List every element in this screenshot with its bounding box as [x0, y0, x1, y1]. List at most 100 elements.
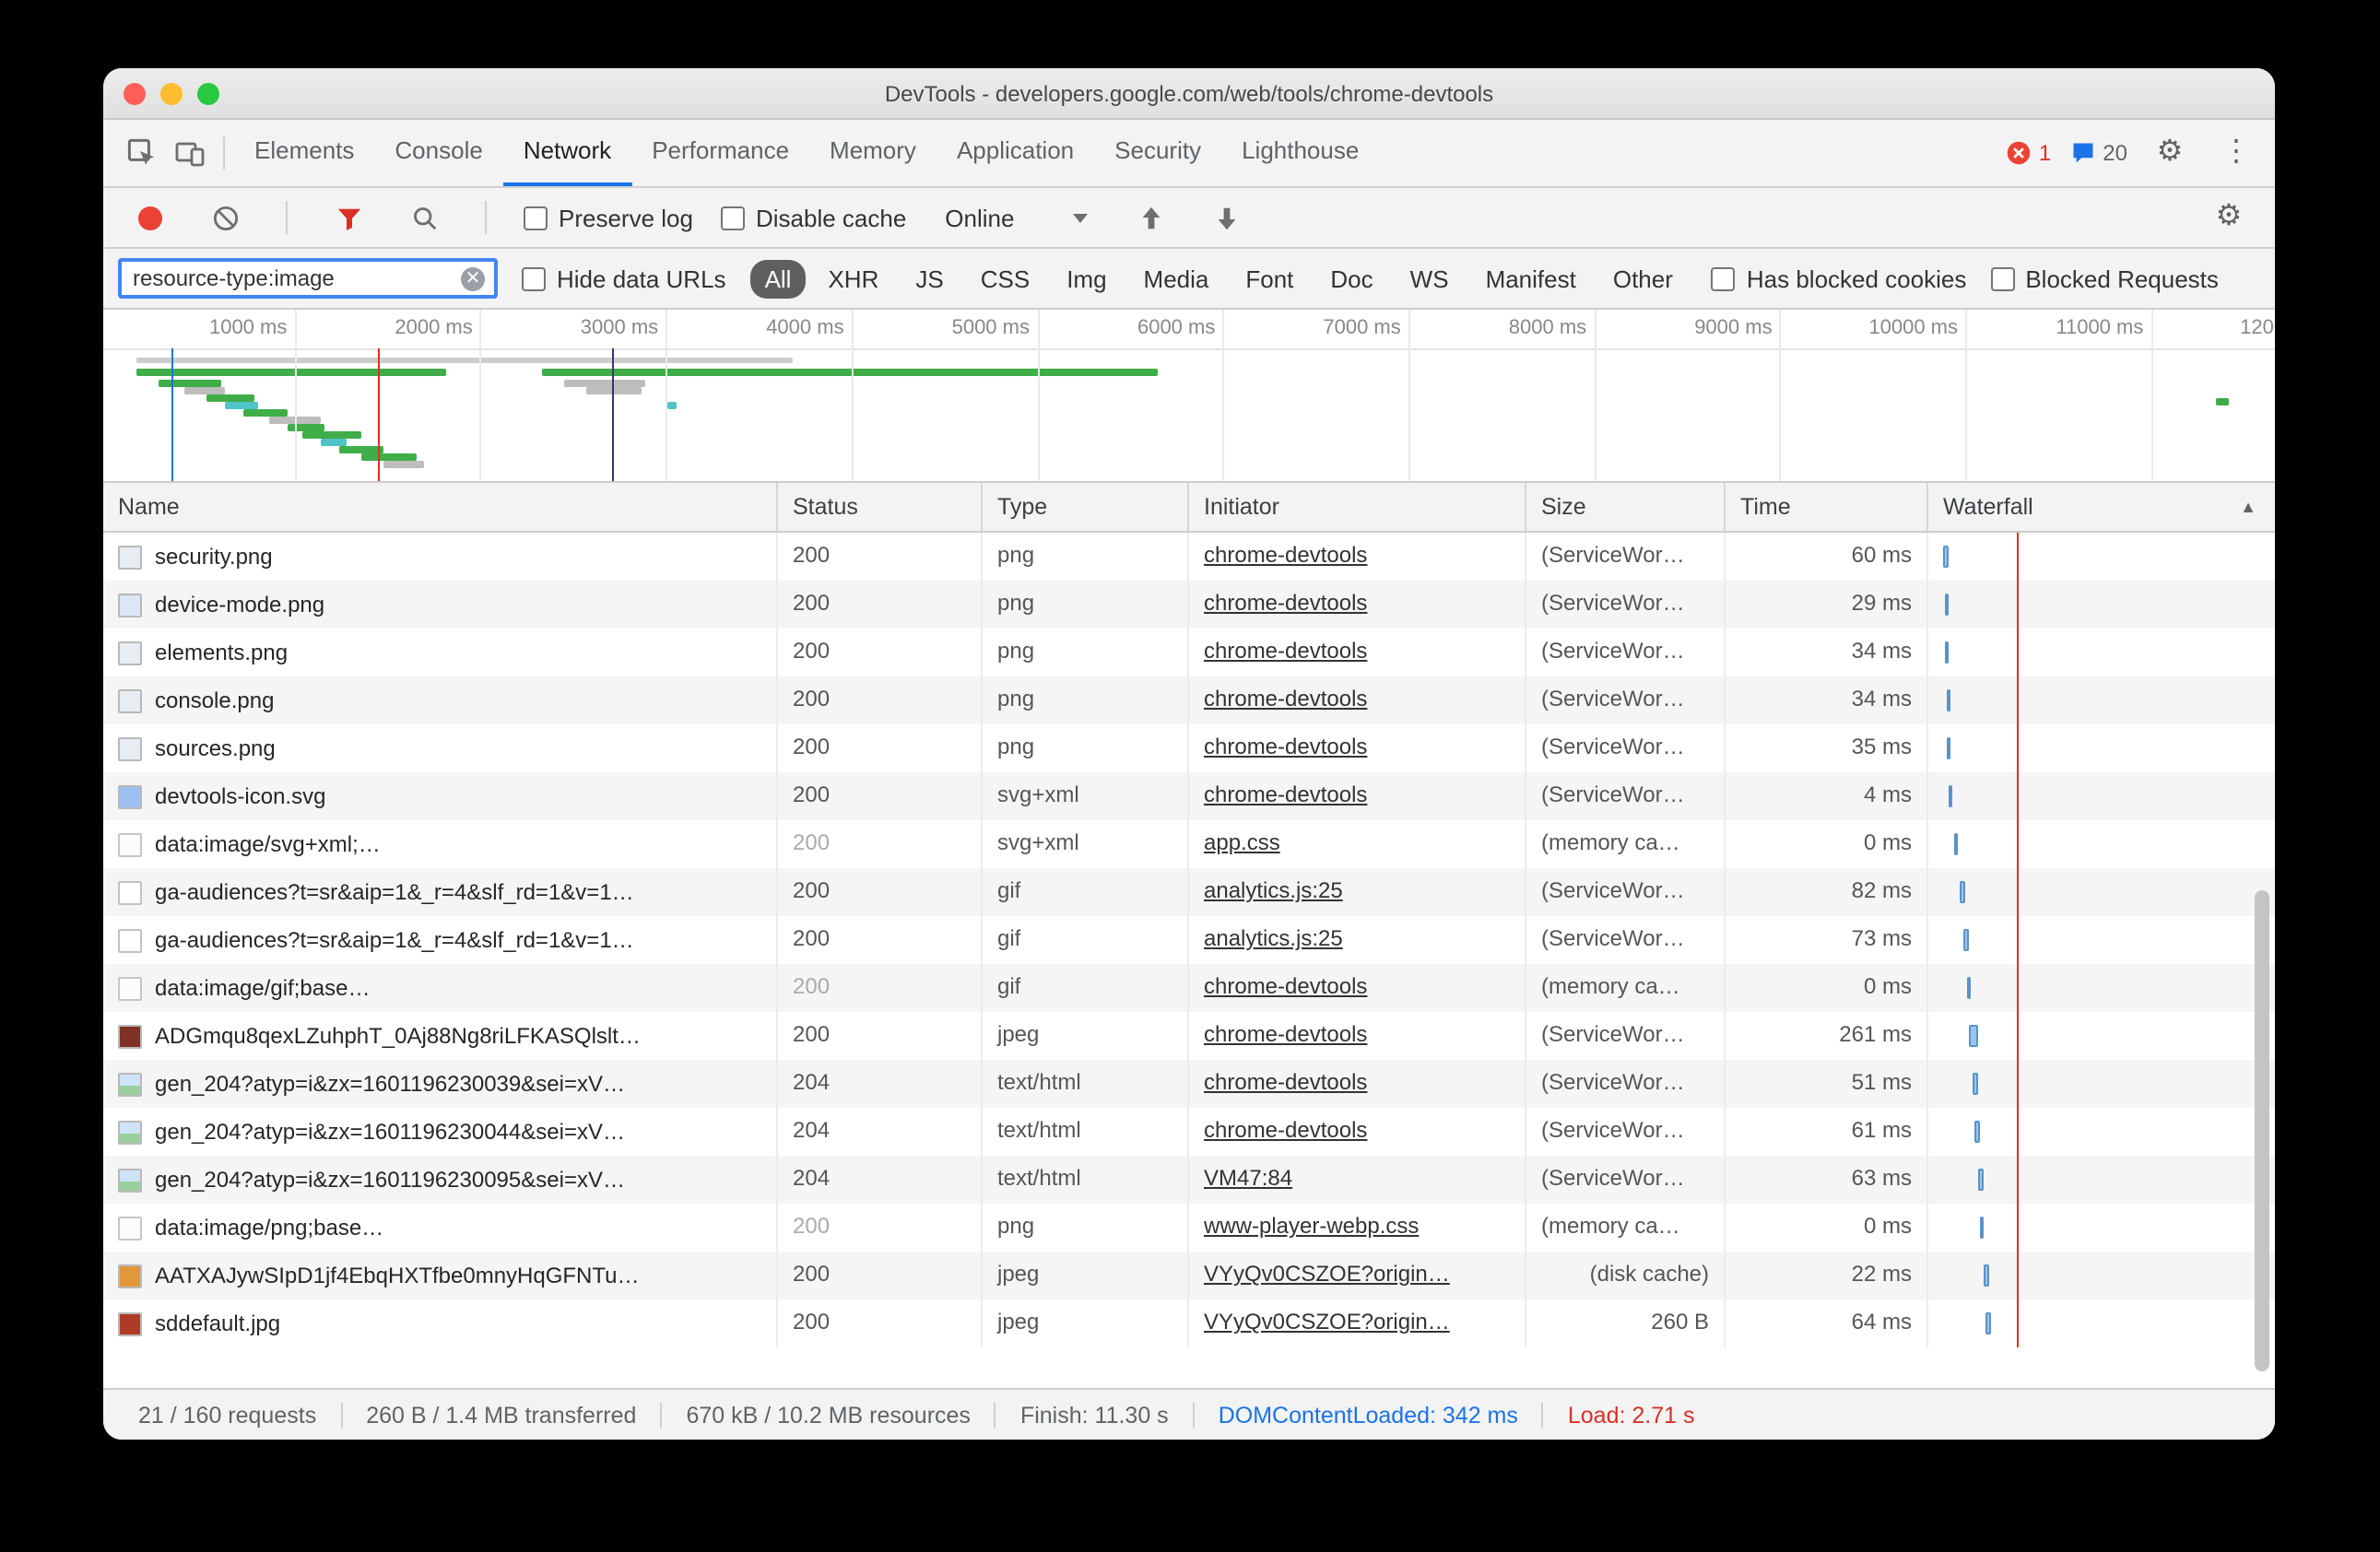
- network-filter-input[interactable]: [133, 265, 461, 291]
- request-name-cell[interactable]: sources.png: [103, 724, 778, 772]
- request-name-cell[interactable]: data:image/png;base…: [103, 1204, 778, 1252]
- table-row[interactable]: gen_204?atyp=i&zx=1601196230039&sei=xV…2…: [103, 1060, 2275, 1108]
- tab-memory[interactable]: Memory: [809, 120, 937, 186]
- table-row[interactable]: ga-audiences?t=sr&aip=1&_r=4&slf_rd=1&v=…: [103, 868, 2275, 916]
- request-name-cell[interactable]: gen_204?atyp=i&zx=1601196230095&sei=xV…: [103, 1156, 778, 1204]
- initiator-link[interactable]: chrome-devtools: [1204, 590, 1367, 616]
- filter-toggle-button[interactable]: [324, 194, 372, 241]
- scrollbar-thumb[interactable]: [2255, 891, 2269, 1371]
- request-name-cell[interactable]: console.png: [103, 676, 778, 724]
- request-name-cell[interactable]: device-mode.png: [103, 581, 778, 629]
- search-network-button[interactable]: [400, 194, 448, 241]
- filter-pill-css[interactable]: CSS: [966, 259, 1044, 298]
- request-name-cell[interactable]: ga-audiences?t=sr&aip=1&_r=4&slf_rd=1&v=…: [103, 868, 778, 916]
- initiator-link[interactable]: app.css: [1204, 829, 1280, 855]
- tab-security[interactable]: Security: [1094, 120, 1221, 186]
- column-header-type[interactable]: Type: [983, 483, 1189, 531]
- record-network-log-button[interactable]: [125, 194, 173, 241]
- tab-network[interactable]: Network: [503, 120, 631, 186]
- tab-console[interactable]: Console: [374, 120, 502, 186]
- table-row[interactable]: gen_204?atyp=i&zx=1601196230095&sei=xV…2…: [103, 1156, 2275, 1204]
- request-name-cell[interactable]: elements.png: [103, 629, 778, 676]
- devtools-menu-button[interactable]: ⋮: [2212, 129, 2260, 177]
- throttling-select[interactable]: Online: [934, 204, 1099, 231]
- request-name-cell[interactable]: ADGmqu8qexLZuhphT_0Aj88Ng8riLFKASQlslt…: [103, 1012, 778, 1060]
- preserve-log-checkbox[interactable]: Preserve log: [524, 204, 693, 231]
- timeline-overview[interactable]: 1000 ms2000 ms3000 ms4000 ms5000 ms6000 …: [103, 310, 2275, 483]
- initiator-link[interactable]: chrome-devtools: [1204, 638, 1367, 664]
- initiator-link[interactable]: chrome-devtools: [1204, 973, 1367, 999]
- table-row[interactable]: console.png200pngchrome-devtools(Service…: [103, 676, 2275, 724]
- checkbox-box[interactable]: [522, 266, 546, 290]
- checkbox-box[interactable]: [524, 206, 548, 229]
- table-row[interactable]: data:image/gif;base…200gifchrome-devtool…: [103, 964, 2275, 1012]
- filter-pill-js[interactable]: JS: [901, 259, 958, 298]
- checkbox-box[interactable]: [721, 206, 745, 229]
- table-row[interactable]: data:image/png;base…200pngwww-player-web…: [103, 1204, 2275, 1252]
- request-name-cell[interactable]: gen_204?atyp=i&zx=1601196230039&sei=xV…: [103, 1060, 778, 1108]
- has-blocked-cookies-checkbox[interactable]: Has blocked cookies: [1712, 265, 1966, 292]
- initiator-link[interactable]: analytics.js:25: [1204, 877, 1343, 903]
- initiator-link[interactable]: chrome-devtools: [1204, 734, 1367, 759]
- filter-pill-other[interactable]: Other: [1598, 259, 1688, 298]
- table-row[interactable]: device-mode.png200pngchrome-devtools(Ser…: [103, 581, 2275, 629]
- table-row[interactable]: ga-audiences?t=sr&aip=1&_r=4&slf_rd=1&v=…: [103, 916, 2275, 964]
- initiator-link[interactable]: VYyQv0CSZOE?origin…: [1204, 1261, 1450, 1287]
- table-row[interactable]: ADGmqu8qexLZuhphT_0Aj88Ng8riLFKASQlslt…2…: [103, 1012, 2275, 1060]
- console-errors-badge[interactable]: 1: [2006, 140, 2051, 166]
- tab-lighthouse[interactable]: Lighthouse: [1221, 120, 1379, 186]
- table-row[interactable]: elements.png200pngchrome-devtools(Servic…: [103, 629, 2275, 676]
- issues-badge[interactable]: 20: [2069, 140, 2127, 166]
- request-name-cell[interactable]: data:image/gif;base…: [103, 964, 778, 1012]
- disable-cache-checkbox[interactable]: Disable cache: [721, 204, 906, 231]
- checkbox-box[interactable]: [1990, 266, 2014, 290]
- filter-pill-doc[interactable]: Doc: [1315, 259, 1387, 298]
- export-har-button[interactable]: [1202, 194, 1250, 241]
- checkbox-box[interactable]: [1712, 266, 1736, 290]
- device-toolbar-button[interactable]: [166, 129, 214, 177]
- initiator-link[interactable]: chrome-devtools: [1204, 1021, 1367, 1047]
- tab-application[interactable]: Application: [937, 120, 1094, 186]
- table-row[interactable]: gen_204?atyp=i&zx=1601196230044&sei=xV…2…: [103, 1108, 2275, 1156]
- import-har-button[interactable]: [1126, 194, 1174, 241]
- zoom-window-button[interactable]: [197, 83, 219, 105]
- request-name-cell[interactable]: AATXAJywSIpD1jf4EbqHXTfbe0mnyHqGFNTu…: [103, 1252, 778, 1299]
- request-name-cell[interactable]: security.png: [103, 533, 778, 581]
- request-name-cell[interactable]: gen_204?atyp=i&zx=1601196230044&sei=xV…: [103, 1108, 778, 1156]
- devtools-settings-button[interactable]: ⚙: [2146, 129, 2194, 177]
- request-name-cell[interactable]: ga-audiences?t=sr&aip=1&_r=4&slf_rd=1&v=…: [103, 916, 778, 964]
- initiator-link[interactable]: chrome-devtools: [1204, 1069, 1367, 1095]
- close-window-button[interactable]: [124, 83, 146, 105]
- column-header-initiator[interactable]: Initiator: [1189, 483, 1526, 531]
- request-name-cell[interactable]: sddefault.jpg: [103, 1299, 778, 1347]
- initiator-link[interactable]: VM47:84: [1204, 1165, 1292, 1191]
- table-row[interactable]: AATXAJywSIpD1jf4EbqHXTfbe0mnyHqGFNTu…200…: [103, 1252, 2275, 1299]
- inspect-element-button[interactable]: [118, 129, 166, 177]
- table-row[interactable]: sddefault.jpg200jpegVYyQv0CSZOE?origin…2…: [103, 1299, 2275, 1347]
- table-row[interactable]: security.png200pngchrome-devtools(Servic…: [103, 533, 2275, 581]
- filter-pill-font[interactable]: Font: [1231, 259, 1308, 298]
- request-name-cell[interactable]: data:image/svg+xml;…: [103, 820, 778, 868]
- table-row[interactable]: sources.png200pngchrome-devtools(Service…: [103, 724, 2275, 772]
- column-header-waterfall[interactable]: Waterfall ▲: [1928, 483, 2275, 531]
- tab-performance[interactable]: Performance: [631, 120, 809, 186]
- filter-pill-ws[interactable]: WS: [1396, 259, 1464, 298]
- initiator-link[interactable]: VYyQv0CSZOE?origin…: [1204, 1309, 1450, 1334]
- clear-network-log-button[interactable]: [201, 194, 249, 241]
- filter-pill-all[interactable]: All: [750, 259, 807, 298]
- filter-pill-media[interactable]: Media: [1129, 259, 1224, 298]
- network-settings-button[interactable]: ⚙: [2205, 194, 2253, 241]
- initiator-link[interactable]: www-player-webp.css: [1204, 1213, 1419, 1239]
- column-header-time[interactable]: Time: [1726, 483, 1928, 531]
- table-row[interactable]: data:image/svg+xml;…200svg+xmlapp.css(me…: [103, 820, 2275, 868]
- column-header-status[interactable]: Status: [778, 483, 983, 531]
- initiator-link[interactable]: analytics.js:25: [1204, 925, 1343, 951]
- initiator-link[interactable]: chrome-devtools: [1204, 1117, 1367, 1143]
- column-header-size[interactable]: Size: [1526, 483, 1726, 531]
- initiator-link[interactable]: chrome-devtools: [1204, 782, 1367, 807]
- hide-data-urls-checkbox[interactable]: Hide data URLs: [522, 265, 726, 292]
- table-scrollbar[interactable]: [2253, 531, 2271, 1388]
- filter-pill-manifest[interactable]: Manifest: [1471, 259, 1591, 298]
- minimize-window-button[interactable]: [160, 83, 183, 105]
- clear-filter-icon[interactable]: ✕: [461, 266, 485, 290]
